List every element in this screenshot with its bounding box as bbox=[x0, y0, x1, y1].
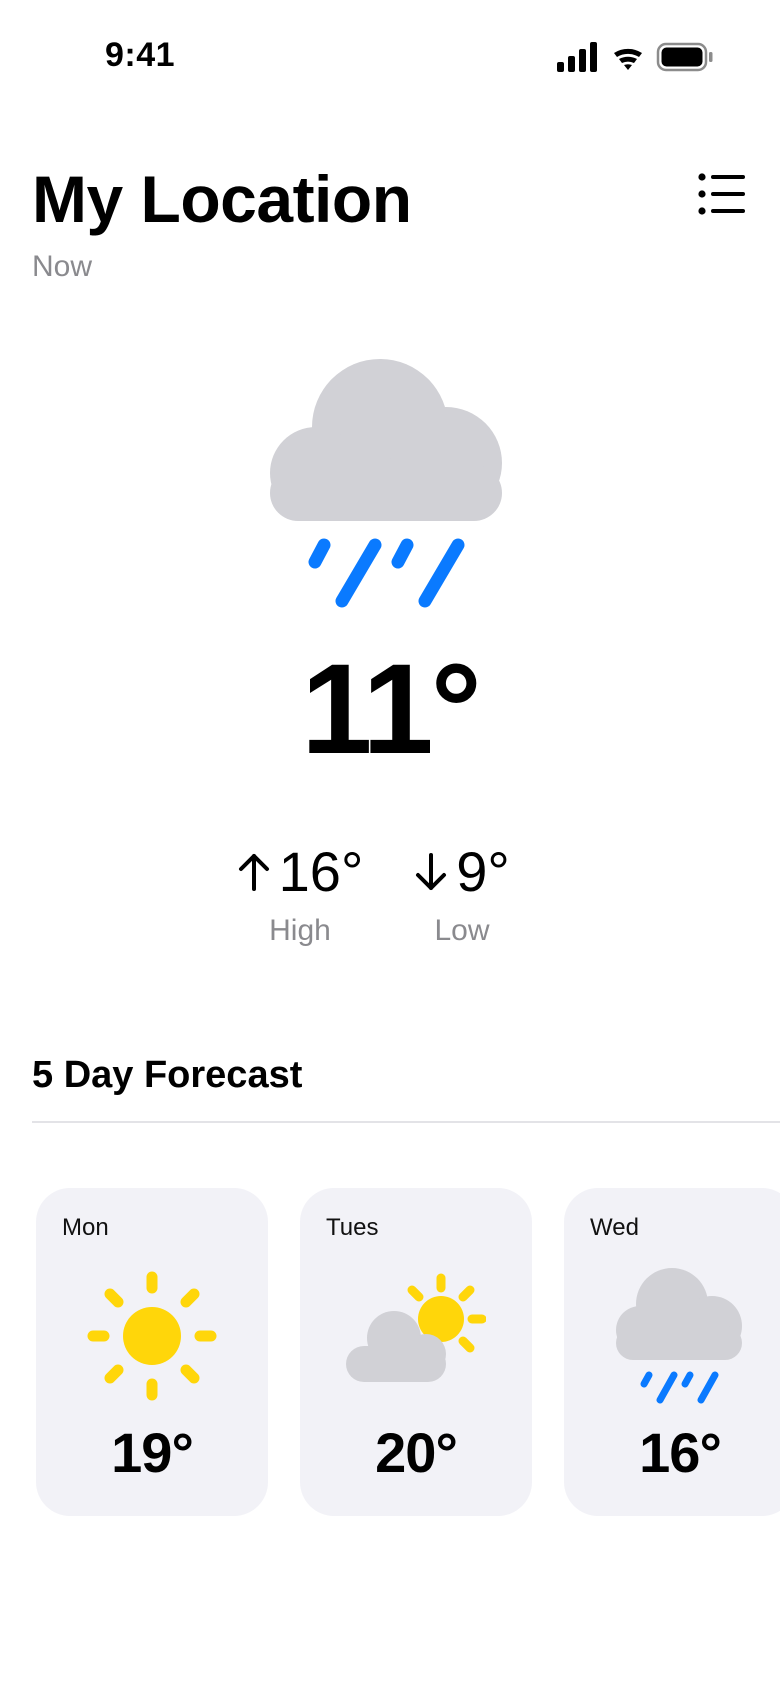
day-temp: 16° bbox=[639, 1421, 722, 1484]
low-label: Low bbox=[434, 914, 490, 947]
day-name: Tues bbox=[326, 1214, 379, 1241]
rain-cloud-icon bbox=[260, 355, 520, 615]
partly-cloudy-icon bbox=[346, 1266, 487, 1406]
day-name: Mon bbox=[62, 1214, 109, 1241]
list-icon bbox=[698, 173, 745, 215]
forecast-card-wed[interactable]: Wed 16° bbox=[564, 1188, 780, 1516]
wifi-icon bbox=[614, 48, 642, 70]
list-button[interactable] bbox=[698, 172, 746, 216]
day-temp: 20° bbox=[375, 1421, 458, 1484]
current-temperature: 11° bbox=[301, 638, 482, 781]
status-time: 9:41 bbox=[105, 36, 176, 74]
cellular-signal-icon bbox=[557, 42, 597, 72]
day-name: Wed bbox=[590, 1214, 639, 1241]
forecast-card-tues[interactable]: Tues 20° bbox=[300, 1188, 532, 1516]
arrow-down-icon bbox=[416, 853, 447, 890]
high-temperature: 16° High bbox=[210, 840, 390, 948]
arrow-up-icon bbox=[238, 854, 269, 891]
rain-cloud-icon bbox=[616, 1266, 756, 1406]
forecast-card-mon[interactable]: Mon 19° bbox=[36, 1188, 268, 1516]
low-value: 9° bbox=[456, 840, 510, 903]
high-label: High bbox=[269, 914, 331, 947]
divider bbox=[32, 1121, 780, 1123]
status-icons bbox=[557, 40, 717, 76]
forecast-title: 5 Day Forecast bbox=[32, 1054, 303, 1096]
battery-icon bbox=[656, 42, 713, 72]
page-subtitle: Now bbox=[32, 250, 93, 283]
day-temp: 19° bbox=[111, 1421, 194, 1484]
status-bar: 9:41 bbox=[0, 0, 780, 110]
page-title: My Location bbox=[32, 162, 412, 236]
high-value: 16° bbox=[278, 840, 364, 903]
sun-icon bbox=[82, 1266, 222, 1406]
low-temperature: 9° Low bbox=[372, 840, 552, 948]
